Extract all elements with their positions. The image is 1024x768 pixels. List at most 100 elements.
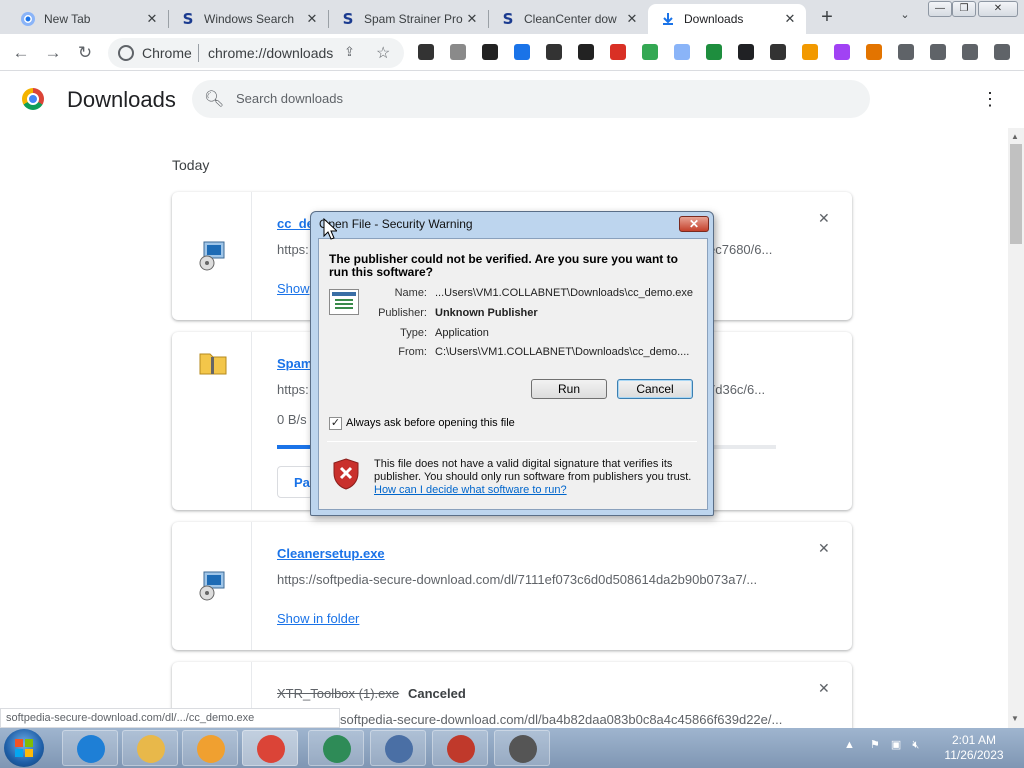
download-filename-link[interactable]: Spam xyxy=(277,356,312,371)
bookmark-star-icon[interactable]: ☆ xyxy=(376,43,390,63)
download-filename-link[interactable]: cc_de xyxy=(277,216,314,231)
chrome-menu-icon[interactable] xyxy=(994,44,1010,60)
extension-screenshot-icon[interactable] xyxy=(706,44,722,60)
extension-edit-icon[interactable] xyxy=(738,44,754,60)
speedometer-taskbar-button[interactable] xyxy=(308,730,364,766)
clock-time: 2:01 AM xyxy=(951,733,997,747)
clock[interactable]: 2:01 AM 11/26/2023 xyxy=(934,733,1014,763)
file-icon-column xyxy=(172,332,252,510)
extension-gray-icon[interactable] xyxy=(450,44,466,60)
search-downloads[interactable]: 🔍︎ Search downloads xyxy=(192,80,870,118)
download-filename-link[interactable]: Cleanersetup.exe xyxy=(277,546,385,561)
extension-heart-icon[interactable] xyxy=(674,44,690,60)
extension-cat-icon[interactable] xyxy=(866,44,882,60)
field-value-publisher: Unknown Publisher xyxy=(435,307,538,319)
profile-icon[interactable] xyxy=(962,44,978,60)
tools-taskbar-button[interactable] xyxy=(494,730,550,766)
extension-ninja-icon[interactable] xyxy=(770,44,786,60)
always-ask-checkbox[interactable]: ✓ xyxy=(329,417,342,430)
tab-cleancenter[interactable]: S CleanCenter dow ✕ xyxy=(488,4,648,34)
extensions-puzzle-icon[interactable] xyxy=(898,44,914,60)
download-card: Cleanersetup.exe https://softpedia-secur… xyxy=(172,522,852,650)
always-ask-label[interactable]: Always ask before opening this file xyxy=(346,417,515,429)
tab-spam-strainer[interactable]: S Spam Strainer Pro ✕ xyxy=(328,4,488,34)
volume-muted-icon[interactable]: 🔇︎ xyxy=(912,739,919,751)
show-in-folder-link[interactable]: Show xyxy=(277,281,310,296)
extension-pencil-icon[interactable] xyxy=(802,44,818,60)
extension-m-icon[interactable] xyxy=(418,44,434,60)
address-bar[interactable]: Chrome chrome://downloads ⇪ ☆ xyxy=(108,38,404,68)
forward-button[interactable]: → xyxy=(42,42,64,64)
close-window-button[interactable]: ✕ xyxy=(978,1,1018,17)
tab-windows-search[interactable]: S Windows Search ✕ xyxy=(168,4,328,34)
run-button[interactable]: Run xyxy=(531,379,607,399)
extension-avatar-icon[interactable] xyxy=(834,44,850,60)
restore-window-button[interactable]: ❐ xyxy=(952,1,976,17)
extension-info-icon[interactable] xyxy=(546,44,562,60)
side-panel-icon[interactable] xyxy=(930,44,946,60)
scroll-up-icon[interactable]: ▲ xyxy=(1011,132,1019,141)
site-info-icon[interactable] xyxy=(118,45,134,61)
cleaner-taskbar-button[interactable] xyxy=(370,730,426,766)
field-label-publisher: Publisher: xyxy=(378,307,427,319)
extension-shield-icon[interactable] xyxy=(482,44,498,60)
tab-downloads[interactable]: Downloads ✕ xyxy=(648,4,806,34)
monitor-taskbar-button[interactable] xyxy=(432,730,488,766)
help-link[interactable]: How can I decide what software to run? xyxy=(374,484,567,496)
extension-download-icon[interactable] xyxy=(514,44,530,60)
search-input[interactable]: Search downloads xyxy=(236,91,343,106)
canceled-filename: XTR_Toolbox (1).exe xyxy=(277,686,400,701)
page-scrollbar[interactable]: ▲ ▼ xyxy=(1008,128,1024,728)
installer-file-icon xyxy=(199,241,225,271)
url-text[interactable]: chrome://downloads xyxy=(208,45,333,61)
explorer-taskbar-button[interactable] xyxy=(122,730,178,766)
action-center-icon[interactable]: ⚑ xyxy=(870,739,880,751)
dialog-body: The publisher could not be verified. Are… xyxy=(318,238,708,510)
section-label-today: Today xyxy=(172,157,210,173)
cancel-button[interactable]: Cancel xyxy=(617,379,693,399)
extension-cloud-icon[interactable] xyxy=(642,44,658,60)
scroll-down-icon[interactable]: ▼ xyxy=(1011,714,1019,723)
file-icon-column xyxy=(172,522,252,650)
extension-cap-icon[interactable] xyxy=(578,44,594,60)
softpedia-icon: S xyxy=(182,10,194,28)
close-tab-icon[interactable]: ✕ xyxy=(304,11,320,27)
reload-button[interactable]: ↻ xyxy=(74,42,96,64)
remove-download-icon[interactable]: ✕ xyxy=(818,210,830,227)
close-tab-icon[interactable]: ✕ xyxy=(624,11,640,27)
back-button[interactable]: ← xyxy=(10,42,32,64)
tab-new-tab[interactable]: New Tab ✕ xyxy=(8,4,168,34)
softpedia-icon: S xyxy=(502,10,514,28)
field-label-from: From: xyxy=(398,346,427,358)
chrome-icon xyxy=(20,11,36,27)
chrome-taskbar-button[interactable] xyxy=(242,730,298,766)
remove-download-icon[interactable]: ✕ xyxy=(818,680,830,697)
monitor-icon xyxy=(447,735,475,763)
start-button[interactable] xyxy=(4,729,44,767)
more-options-icon[interactable]: ⋮ xyxy=(980,88,1000,110)
status-bubble: softpedia-secure-download.com/dl/.../cc_… xyxy=(0,708,340,728)
close-tab-icon[interactable]: ✕ xyxy=(464,11,480,27)
installer-file-icon xyxy=(199,571,225,601)
share-icon[interactable]: ⇪ xyxy=(344,44,355,60)
extension-video-icon[interactable] xyxy=(610,44,626,60)
scrollbar-thumb[interactable] xyxy=(1010,144,1022,244)
download-url-text[interactable]: https://softpedia-secure-download.com/dl… xyxy=(277,572,772,587)
warning-text: This file does not have a valid digital … xyxy=(374,458,692,483)
network-icon[interactable]: ▣ xyxy=(891,739,901,751)
media-taskbar-button[interactable] xyxy=(182,730,238,766)
minimize-window-button[interactable]: — xyxy=(928,1,952,17)
dialog-separator xyxy=(327,441,697,442)
dialog-close-button[interactable]: ✕ xyxy=(679,216,709,232)
remove-download-icon[interactable]: ✕ xyxy=(818,540,830,557)
ie-taskbar-button[interactable] xyxy=(62,730,118,766)
close-tab-icon[interactable]: ✕ xyxy=(144,11,160,27)
field-label-type: Type: xyxy=(400,327,427,339)
new-tab-button[interactable]: + xyxy=(816,6,838,28)
close-tab-icon[interactable]: ✕ xyxy=(782,11,798,27)
tab-search-button[interactable]: ⌄ xyxy=(894,8,916,26)
download-url-text[interactable]: softpedia-secure-download.com/dl/ba4b82d… xyxy=(340,712,835,727)
show-in-folder-link[interactable]: Show in folder xyxy=(277,611,359,626)
show-hidden-icons-icon[interactable]: ▲ xyxy=(844,739,855,751)
pause-button[interactable]: Pa xyxy=(277,466,313,498)
